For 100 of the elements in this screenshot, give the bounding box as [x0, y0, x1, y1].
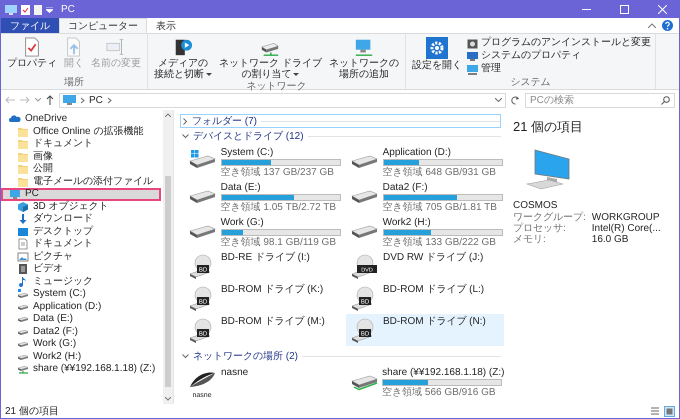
status-text: 21 個の項目: [5, 405, 59, 418]
refresh-icon[interactable]: [511, 96, 520, 104]
breadcrumb-item[interactable]: PC: [89, 94, 103, 106]
optical-drive-icon: [352, 254, 377, 279]
folder-icon: [17, 150, 29, 163]
drive-tile[interactable]: Data2 (F:) 空き領域 705 GB/1.81 TB: [346, 180, 504, 215]
nav-item[interactable]: Application (D:): [1, 300, 161, 313]
expand-chevron-icon[interactable]: [182, 134, 189, 138]
optical-drive-icon: [190, 254, 212, 279]
settings-icon: [426, 37, 448, 59]
ribbon-button[interactable]: システムのプロパティ: [466, 50, 651, 62]
recent-caret-icon[interactable]: [35, 98, 41, 102]
drive-tile[interactable]: Application (D:) 空き領域 648 GB/931 GB: [346, 145, 504, 180]
nav-item[interactable]: 画像: [1, 150, 161, 163]
group-header[interactable]: デバイスとドライブ (12): [193, 129, 304, 143]
drive-name: Data (E:): [220, 182, 262, 193]
group-header[interactable]: ネットワークの場所 (2): [193, 349, 298, 363]
scrollbar[interactable]: [163, 110, 173, 404]
chevron-icon[interactable]: [106, 96, 112, 104]
free-space-text: 空き領域 705 GB/1.81 TB: [382, 202, 498, 213]
ribbon-button[interactable]: 管理: [466, 63, 651, 75]
nav-item[interactable]: Data (E:): [1, 313, 161, 326]
drive-name: Application (D:): [382, 147, 452, 158]
optical-drive-icon: [352, 318, 374, 343]
nav-item[interactable]: ビデオ: [1, 263, 161, 276]
system-drive-icon: [188, 149, 216, 171]
nav-item[interactable]: ミュージック: [1, 276, 161, 288]
nav-item[interactable]: Office Online の拡張機能: [1, 126, 161, 138]
group-label: ネットワーク: [245, 81, 308, 93]
collapse-ribbon-icon[interactable]: [648, 23, 656, 28]
nav-item[interactable]: ドキュメント: [1, 138, 161, 150]
group-label: システム: [509, 77, 552, 89]
nav-item[interactable]: 3D オブジェクト: [1, 200, 161, 213]
drive-name: Work2 (H:): [382, 217, 432, 228]
drive-tile[interactable]: System (C:) 空き領域 137 GB/237 GB: [184, 145, 342, 180]
music-note-icon: [17, 276, 29, 288]
properties-icon[interactable]: [21, 4, 30, 14]
drive-name: nasne: [221, 367, 248, 378]
folder-icon: [17, 126, 29, 138]
chevron-icon[interactable]: [80, 96, 85, 104]
drive-tile[interactable]: Work (G:) 空き領域 98.1 GB/119 GB: [184, 215, 342, 250]
drive-tile[interactable]: share (¥¥192.168.1.18) (Z:) 空き領域 566 GB/916 GB: [346, 365, 504, 401]
search-field[interactable]: PCの検索: [525, 92, 675, 108]
nav-item[interactable]: OneDrive: [1, 113, 161, 126]
ribbon-tab[interactable]: 表示: [147, 18, 185, 33]
document-icon: [17, 238, 29, 250]
network-drive-icon: [17, 363, 29, 376]
ribbon-button[interactable]: プログラムのアンインストールと変更: [466, 37, 651, 49]
nav-item[interactable]: System (C:): [1, 288, 161, 300]
desktop-icon: [17, 226, 29, 238]
ribbon-tab[interactable]: コンピューター: [59, 18, 147, 33]
ribbon-button[interactable]: メディアの 接続と切断: [152, 36, 214, 81]
item-count: 21 個の項目: [513, 118, 584, 136]
address-field[interactable]: PC: [59, 92, 506, 108]
help-icon[interactable]: [662, 20, 673, 31]
search-input[interactable]: PCの検索: [530, 94, 658, 106]
up-icon[interactable]: [46, 95, 54, 105]
close-icon: [658, 5, 666, 14]
ribbon-button[interactable]: ネットワークの 場所の追加: [326, 36, 401, 81]
nav-item[interactable]: デスクトップ: [1, 226, 161, 238]
nav-item[interactable]: PC: [1, 188, 161, 200]
dropdown-caret-icon[interactable]: [495, 98, 502, 102]
nav-item[interactable]: ピクチャ: [1, 250, 161, 263]
ribbon-button[interactable]: ネットワーク ドライブ の割り当て: [217, 36, 324, 81]
scroll-up-icon[interactable]: [165, 113, 171, 117]
property-label: メモリ:: [513, 234, 547, 245]
collapse-chevron-icon[interactable]: [183, 118, 188, 124]
drive-tile[interactable]: Work2 (H:) 空き領域 133 GB/222 GB: [346, 215, 504, 250]
nav-item[interactable]: 公開: [1, 163, 161, 176]
nav-item[interactable]: share (¥¥192.168.1.18) (Z:): [1, 363, 161, 376]
customize-caret-icon[interactable]: [46, 6, 53, 12]
picture-icon: [17, 250, 29, 263]
computer-name: COSMOS: [513, 200, 558, 212]
nav-item[interactable]: 電子メールの添付ファイル: [1, 176, 161, 188]
search-icon: [661, 96, 670, 104]
large-icons-view-icon[interactable]: [664, 406, 675, 416]
drive-name: BD-ROM ドライブ (L:): [383, 284, 484, 295]
nav-item[interactable]: ダウンロード: [1, 213, 161, 226]
nav-item[interactable]: ドキュメント: [1, 238, 161, 250]
nav-item[interactable]: Work2 (H:): [1, 350, 161, 363]
details-view-icon[interactable]: [650, 406, 660, 416]
rename-icon: [106, 37, 126, 57]
optical-drive-icon: [190, 318, 212, 343]
free-space-text: 空き領域 1.05 TB/2.72 TB: [220, 202, 338, 213]
nav-item[interactable]: Data2 (F:): [1, 326, 161, 338]
caret-icon[interactable]: [293, 72, 300, 76]
scroll-down-icon[interactable]: [165, 397, 171, 401]
drive-name: BD-ROM ドライブ (M:): [221, 316, 325, 327]
ribbon-button[interactable]: プロパティ: [5, 36, 59, 70]
nav-item[interactable]: Work (G:): [1, 338, 161, 350]
monitor-icon: [5, 4, 17, 14]
property-value: WORKGROUP: [592, 212, 661, 223]
free-space-text: 空き領域 133 GB/222 GB: [382, 237, 497, 248]
expand-chevron-icon[interactable]: [182, 354, 189, 358]
ribbon-tab[interactable]: ファイル: [1, 18, 59, 33]
caret-icon[interactable]: [206, 72, 212, 76]
drive-tile[interactable]: Data (E:) 空き領域 1.05 TB/2.72 TB: [184, 180, 342, 215]
free-space-text: 空き領域 137 GB/237 GB: [220, 167, 335, 178]
scroll-thumb[interactable]: [165, 176, 171, 387]
ribbon-button[interactable]: 設定を開く: [410, 36, 464, 72]
